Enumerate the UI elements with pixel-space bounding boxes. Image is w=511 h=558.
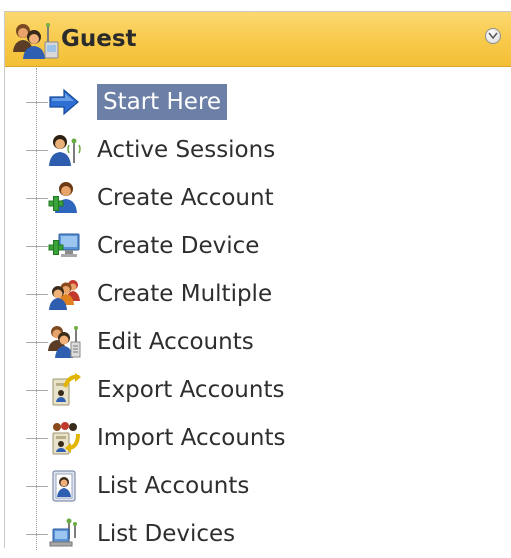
tree-connector: [26, 198, 48, 199]
menu-item-label: List Accounts: [97, 473, 250, 499]
collapse-button[interactable]: [485, 28, 501, 44]
tree-connector: [26, 438, 48, 439]
guest-panel: Guest Start Here Active Sessions Create …: [4, 11, 511, 550]
tree-connector: [26, 342, 48, 343]
tree-connector: [26, 150, 48, 151]
menu-item-active-sessions[interactable]: Active Sessions: [5, 128, 425, 174]
guest-users-icon: [11, 22, 61, 60]
menu-item-label: Start Here: [97, 84, 228, 120]
menu-item-label: Import Accounts: [97, 425, 286, 451]
list-devices-icon: [47, 517, 81, 551]
menu-item-label: List Devices: [97, 521, 236, 547]
import-icon: [47, 421, 81, 455]
menu-item-create-account[interactable]: Create Account: [5, 176, 425, 222]
menu-item-create-device[interactable]: Create Device: [5, 224, 425, 270]
tree-connector: [26, 294, 48, 295]
multiple-users-icon: [47, 277, 81, 311]
add-device-icon: [47, 229, 81, 263]
menu-tree: Start Here Active Sessions Create Accoun…: [5, 68, 511, 550]
menu-item-label: Active Sessions: [97, 137, 276, 163]
tree-connector: [26, 486, 48, 487]
menu-item-export-accounts[interactable]: Export Accounts: [5, 368, 425, 414]
menu-item-create-multiple[interactable]: Create Multiple: [5, 272, 425, 318]
session-user-icon: [47, 133, 81, 167]
menu-item-label: Edit Accounts: [97, 329, 254, 355]
list-accounts-icon: [47, 469, 81, 503]
menu-item-label: Create Account: [97, 185, 274, 211]
tree-connector: [26, 102, 48, 103]
menu-item-label: Export Accounts: [97, 377, 285, 403]
menu-item-list-accounts[interactable]: List Accounts: [5, 464, 425, 510]
menu-item-start-here[interactable]: Start Here: [5, 80, 425, 126]
export-icon: [47, 373, 81, 407]
menu-item-label: Create Multiple: [97, 281, 273, 307]
menu-item-edit-accounts[interactable]: Edit Accounts: [5, 320, 425, 366]
tree-connector: [26, 534, 48, 535]
edit-users-icon: [47, 325, 81, 359]
tree-connector: [26, 390, 48, 391]
menu-item-list-devices[interactable]: List Devices: [5, 512, 425, 558]
chevron-down-icon: [488, 32, 498, 40]
menu-item-import-accounts[interactable]: Import Accounts: [5, 416, 425, 462]
menu-item-label: Create Device: [97, 233, 260, 259]
arrow-right-icon: [47, 85, 81, 119]
tree-connector: [26, 246, 48, 247]
panel-header[interactable]: Guest: [5, 12, 511, 67]
add-user-icon: [47, 181, 81, 215]
panel-title: Guest: [61, 26, 137, 52]
